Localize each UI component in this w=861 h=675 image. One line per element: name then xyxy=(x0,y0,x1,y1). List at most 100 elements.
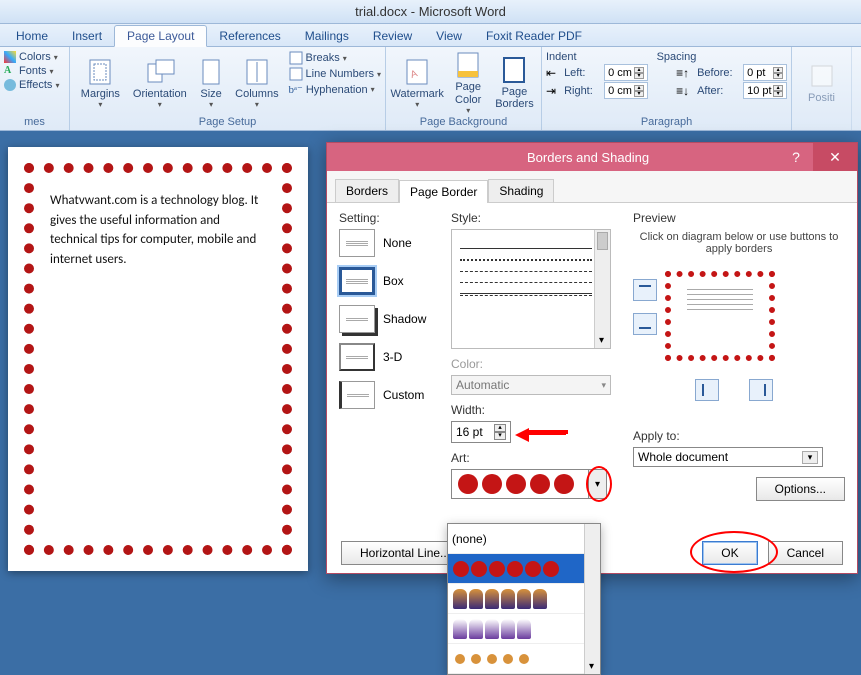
group-page-setup-label: Page Setup xyxy=(74,116,381,130)
position-button[interactable]: Positi xyxy=(796,51,847,115)
art-option-apples[interactable] xyxy=(448,554,600,584)
tab-review[interactable]: Review xyxy=(361,26,424,46)
watermark-button[interactable]: A Watermark▾ xyxy=(390,51,444,115)
dialog-close-button[interactable]: ✕ xyxy=(813,143,857,171)
indent-right-value: 0 cm xyxy=(608,85,632,97)
tab-page-layout[interactable]: Page Layout xyxy=(114,25,207,47)
setting-none-label: None xyxy=(383,236,412,250)
art-option-none[interactable]: (none) xyxy=(448,524,600,554)
style-scrollbar[interactable]: ▾ xyxy=(594,230,610,348)
tab-references[interactable]: References xyxy=(207,26,292,46)
dialog-titlebar[interactable]: Borders and Shading ? ✕ xyxy=(327,143,857,171)
ok-button[interactable]: OK xyxy=(702,541,757,565)
after-label: After: xyxy=(697,85,735,97)
setting-3d-icon xyxy=(339,343,375,371)
art-dropdown-list[interactable]: (none) ▾ xyxy=(447,523,601,675)
watermark-icon: A xyxy=(401,58,433,86)
columns-label: Columns xyxy=(235,88,278,100)
page-color-button[interactable]: Page Color▾ xyxy=(448,51,487,115)
page-borders-label: Page Borders xyxy=(495,86,534,110)
art-option-umbrellas[interactable] xyxy=(448,614,600,644)
annotation-arrow xyxy=(515,425,567,439)
setting-label: Setting: xyxy=(339,211,439,225)
size-label: Size xyxy=(200,88,221,100)
tab-view[interactable]: View xyxy=(424,26,474,46)
dialog-title: Borders and Shading xyxy=(527,150,649,165)
themes-fonts[interactable]: AFonts▾ xyxy=(4,65,59,77)
before-label: Before: xyxy=(697,67,735,79)
indent-left-icon: ⇤ xyxy=(546,66,556,80)
setting-custom[interactable]: Custom xyxy=(339,381,439,409)
themes-effects[interactable]: Effects▾ xyxy=(4,79,59,91)
columns-button[interactable]: Columns▾ xyxy=(233,51,280,115)
hyphenation-button[interactable]: bᵃ⁻Hyphenation▾ xyxy=(289,83,382,96)
options-button[interactable]: Options... xyxy=(756,477,845,501)
preview-left-border-button[interactable] xyxy=(695,379,719,401)
breaks-button[interactable]: Breaks▾ xyxy=(289,51,382,65)
right-label: Right: xyxy=(564,85,596,97)
borders-shading-dialog: Borders and Shading ? ✕ Borders Page Bor… xyxy=(326,142,858,574)
art-dropdown-button[interactable]: ▾ xyxy=(588,470,606,498)
preview-right-border-button[interactable] xyxy=(749,379,773,401)
dialog-tab-borders[interactable]: Borders xyxy=(335,179,399,202)
setting-box-label: Box xyxy=(383,274,404,288)
setting-box[interactable]: Box xyxy=(339,267,439,295)
color-combo[interactable]: Automatic▾ xyxy=(451,375,611,395)
preview-diagram[interactable] xyxy=(665,271,775,361)
style-label: Style: xyxy=(451,211,621,225)
breaks-label: Breaks xyxy=(306,52,340,64)
dialog-tab-shading[interactable]: Shading xyxy=(488,179,554,202)
tab-foxit[interactable]: Foxit Reader PDF xyxy=(474,26,594,46)
setting-box-icon xyxy=(339,267,375,295)
preview-top-border-button[interactable] xyxy=(633,279,657,301)
document-page[interactable]: Whatvwant.com is a technology blog. It g… xyxy=(8,147,308,571)
setting-3d[interactable]: 3-D xyxy=(339,343,439,371)
tab-mailings[interactable]: Mailings xyxy=(293,26,361,46)
apply-to-label: Apply to: xyxy=(633,429,845,443)
width-input[interactable]: 16 pt ▴▾ xyxy=(451,421,511,443)
setting-shadow[interactable]: Shadow xyxy=(339,305,439,333)
tab-insert[interactable]: Insert xyxy=(60,26,114,46)
spacing-after-value: 10 pt xyxy=(747,85,771,97)
line-numbers-label: Line Numbers xyxy=(306,68,374,80)
themes-colors[interactable]: Colors▾ xyxy=(4,51,59,63)
setting-none[interactable]: None xyxy=(339,229,439,257)
spacing-before-value: 0 pt xyxy=(747,67,765,79)
page-borders-button[interactable]: Page Borders xyxy=(492,51,537,115)
orientation-icon xyxy=(144,58,176,86)
orientation-button[interactable]: Orientation▾ xyxy=(131,51,189,115)
style-listbox[interactable]: ▾ xyxy=(451,229,611,349)
setting-custom-icon xyxy=(339,381,375,409)
cancel-button[interactable]: Cancel xyxy=(768,541,843,565)
tab-home[interactable]: Home xyxy=(4,26,60,46)
page-color-label: Page Color xyxy=(455,81,481,105)
size-icon xyxy=(195,58,227,86)
left-label: Left: xyxy=(564,67,596,79)
line-numbers-button[interactable]: Line Numbers▾ xyxy=(289,67,382,81)
breaks-icon xyxy=(289,51,303,65)
ribbon: Colors▾ AFonts▾ Effects▾ mes Margins▾ Or… xyxy=(0,47,861,131)
margins-label: Margins xyxy=(81,88,120,100)
preview-bottom-border-button[interactable] xyxy=(633,313,657,335)
dialog-help-button[interactable]: ? xyxy=(779,143,813,171)
page-borders-icon xyxy=(498,56,530,84)
art-option-icecream[interactable] xyxy=(448,584,600,614)
size-button[interactable]: Size▾ xyxy=(193,51,229,115)
themes-colors-label: Colors xyxy=(19,51,51,63)
dialog-tabs: Borders Page Border Shading xyxy=(327,171,857,203)
spacing-before-input[interactable]: 0 pt▴▾ xyxy=(743,64,787,81)
apply-to-combo[interactable]: Whole document ▾ xyxy=(633,447,823,467)
margins-icon xyxy=(84,58,116,86)
page-color-icon xyxy=(452,51,484,79)
art-combo[interactable]: ▾ xyxy=(451,469,607,499)
group-themes-label: mes xyxy=(4,116,65,130)
indent-right-input[interactable]: 0 cm▴▾ xyxy=(604,82,648,99)
dialog-tab-page-border[interactable]: Page Border xyxy=(399,180,488,203)
setting-shadow-label: Shadow xyxy=(383,312,426,326)
themes-fonts-label: Fonts xyxy=(19,65,47,77)
indent-left-input[interactable]: 0 cm▴▾ xyxy=(604,64,648,81)
margins-button[interactable]: Margins▾ xyxy=(74,51,127,115)
art-dropdown-scrollbar[interactable]: ▾ xyxy=(584,524,600,674)
spacing-after-input[interactable]: 10 pt▴▾ xyxy=(743,82,787,99)
preview-label: Preview xyxy=(633,211,845,225)
